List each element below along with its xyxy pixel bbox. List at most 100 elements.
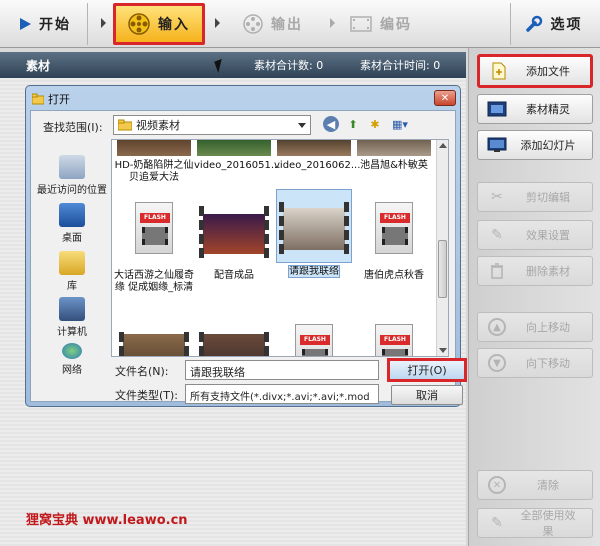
recent-places-icon — [59, 155, 85, 179]
move-down-label: 向下移动 — [526, 357, 570, 370]
place-network[interactable]: 网络 — [33, 343, 111, 376]
material-wizard-button[interactable]: 素材精灵 — [477, 94, 593, 124]
up-folder-icon[interactable]: ⬆ — [345, 116, 361, 132]
place-recent-label: 最近访问的位置 — [37, 185, 107, 196]
material-wizard-label: 素材精灵 — [526, 103, 570, 116]
folder-icon — [118, 119, 132, 131]
file-item[interactable]: FLASH — [274, 316, 354, 356]
filmstrip-icon — [350, 16, 372, 32]
file-name: 配音成品 — [214, 270, 254, 281]
file-name: 大话西游之仙履奇缘 促成姻缘_标清 — [114, 270, 194, 293]
dialog-nav-toolbar: ◀ ⬆ ✱ ▦▾ — [323, 116, 411, 132]
video-thumbnail — [197, 140, 271, 156]
file-name-field[interactable]: 请跟我联络 — [185, 360, 379, 380]
video-thumbnail — [197, 320, 271, 356]
add-file-label: 添加文件 — [526, 65, 570, 78]
place-computer-label: 计算机 — [57, 327, 87, 338]
material-total-time: 素材合计时间: 0 — [360, 59, 441, 72]
view-menu-icon[interactable]: ▦▾ — [389, 116, 411, 132]
file-item[interactable]: FLASH 唐伯虎点秋香 — [354, 194, 434, 282]
move-up-label: 向上移动 — [526, 321, 570, 334]
cut-edit-button[interactable]: ✂ 剪切编辑 — [477, 182, 593, 212]
file-item[interactable]: 配音成品 — [194, 194, 274, 282]
film-reel-icon — [128, 13, 150, 35]
add-file-button[interactable]: 添加文件 — [477, 54, 593, 88]
step-arrow-icon — [101, 18, 106, 28]
delete-material-button[interactable]: 删除素材 — [477, 256, 593, 286]
file-item[interactable]: 池昌旭&朴敏英 — [354, 140, 434, 172]
place-desktop[interactable]: 桌面 — [33, 203, 111, 244]
file-item[interactable]: HD-奶酪陷阱之仙贝追爱大法 — [114, 140, 194, 184]
encode-tab-label: 编码 — [380, 17, 412, 33]
video-thumbnail — [357, 140, 431, 156]
open-file-dialog: 打开 ✕ 查找范围(I): 视频素材 ◀ ⬆ ✱ ▦▾ 最近访问的位置 桌面 库… — [25, 85, 467, 407]
file-list-scrollbar[interactable] — [436, 140, 448, 356]
flash-file-icon: FLASH — [117, 194, 191, 266]
place-library-label: 库 — [67, 281, 77, 292]
effect-settings-button[interactable]: ✎ 效果设置 — [477, 220, 593, 250]
clear-label: 清除 — [537, 479, 559, 492]
file-type-label: 文件类型(T): — [115, 389, 179, 402]
place-library[interactable]: 库 — [33, 251, 111, 292]
start-tab-label: 开始 — [39, 17, 71, 33]
file-type-dropdown[interactable]: 所有支持文件(*.divx;*.avi;*.avi;*.mod — [185, 384, 379, 404]
cancel-button[interactable]: 取消 — [391, 385, 463, 405]
look-in-dropdown[interactable]: 视频素材 — [113, 115, 311, 135]
file-item[interactable] — [114, 320, 194, 356]
network-icon — [62, 343, 82, 359]
places-bar: 最近访问的位置 桌面 库 计算机 网络 — [33, 141, 111, 376]
file-item-selected[interactable]: 请跟我联络 — [274, 189, 354, 278]
add-slideshow-button[interactable]: 添加幻灯片 — [477, 130, 593, 160]
place-recent[interactable]: 最近访问的位置 — [33, 155, 111, 196]
apply-all-effects-label: 全部使用效果 — [520, 509, 576, 538]
move-down-button[interactable]: ▼ 向下移动 — [477, 348, 593, 378]
action-sidebar: 添加文件 素材精灵 添加幻灯片 ✂ 剪切编辑 ✎ 效果设置 删除素材 ▲ 向上移… — [468, 48, 600, 546]
video-thumbnail — [117, 140, 191, 156]
material-count: 素材合计数: 0 — [254, 59, 324, 72]
look-in-label: 查找范围(I): — [43, 121, 103, 134]
delete-material-label: 删除素材 — [526, 265, 570, 278]
look-in-value: 视频素材 — [136, 119, 180, 132]
step-arrow-icon — [215, 18, 220, 28]
clear-button[interactable]: ✕ 清除 — [477, 470, 593, 500]
effect-settings-label: 效果设置 — [526, 229, 570, 242]
wizard-icon — [486, 100, 508, 118]
effect-edit-icon: ✎ — [491, 227, 503, 243]
file-item[interactable] — [194, 320, 274, 356]
output-tab[interactable]: 输出 — [228, 3, 318, 45]
panel-title: 素材 — [26, 58, 51, 73]
arrow-up-icon: ▲ — [486, 318, 508, 336]
file-item[interactable]: video_2016062... — [274, 140, 360, 172]
options-tab[interactable]: 选项 — [510, 3, 596, 45]
file-list[interactable]: HD-奶酪陷阱之仙贝追爱大法 video_2016051... video_20… — [111, 139, 449, 357]
scroll-up-icon[interactable] — [439, 143, 447, 148]
file-item[interactable]: FLASH — [354, 316, 434, 356]
start-tab[interactable]: 开始 — [4, 3, 88, 45]
apply-all-effects-button[interactable]: ✎ 全部使用效果 — [477, 508, 593, 538]
add-file-icon — [488, 62, 510, 80]
back-icon[interactable]: ◀ — [323, 116, 339, 132]
add-slideshow-label: 添加幻灯片 — [520, 139, 576, 152]
file-name: video_2016062... — [274, 160, 361, 171]
move-up-button[interactable]: ▲ 向上移动 — [477, 312, 593, 342]
place-computer[interactable]: 计算机 — [33, 297, 111, 338]
computer-icon — [59, 297, 85, 321]
brand-watermark: 狸窝宝典 www.leawo.cn — [26, 513, 188, 528]
file-item[interactable]: FLASH 大话西游之仙履奇缘 促成姻缘_标清 — [114, 194, 194, 294]
video-thumbnail — [117, 320, 191, 356]
flash-file-icon: FLASH — [357, 316, 431, 356]
encode-tab[interactable]: 编码 — [342, 3, 420, 45]
input-tab[interactable]: 输入 — [113, 3, 205, 45]
scroll-down-icon[interactable] — [439, 348, 447, 353]
file-item[interactable]: video_2016051... — [194, 140, 280, 172]
close-icon[interactable]: ✕ — [434, 90, 456, 106]
file-name: 唐伯虎点秋香 — [364, 270, 424, 281]
flash-file-icon: FLASH — [277, 316, 351, 356]
file-name: video_2016051... — [194, 160, 281, 171]
open-button[interactable]: 打开(O) — [387, 358, 467, 382]
scrollbar-thumb[interactable] — [438, 240, 447, 298]
output-tab-label: 输出 — [271, 17, 303, 33]
new-folder-icon[interactable]: ✱ — [367, 116, 383, 132]
wrench-icon — [525, 15, 542, 32]
step-arrow-icon — [330, 18, 335, 28]
